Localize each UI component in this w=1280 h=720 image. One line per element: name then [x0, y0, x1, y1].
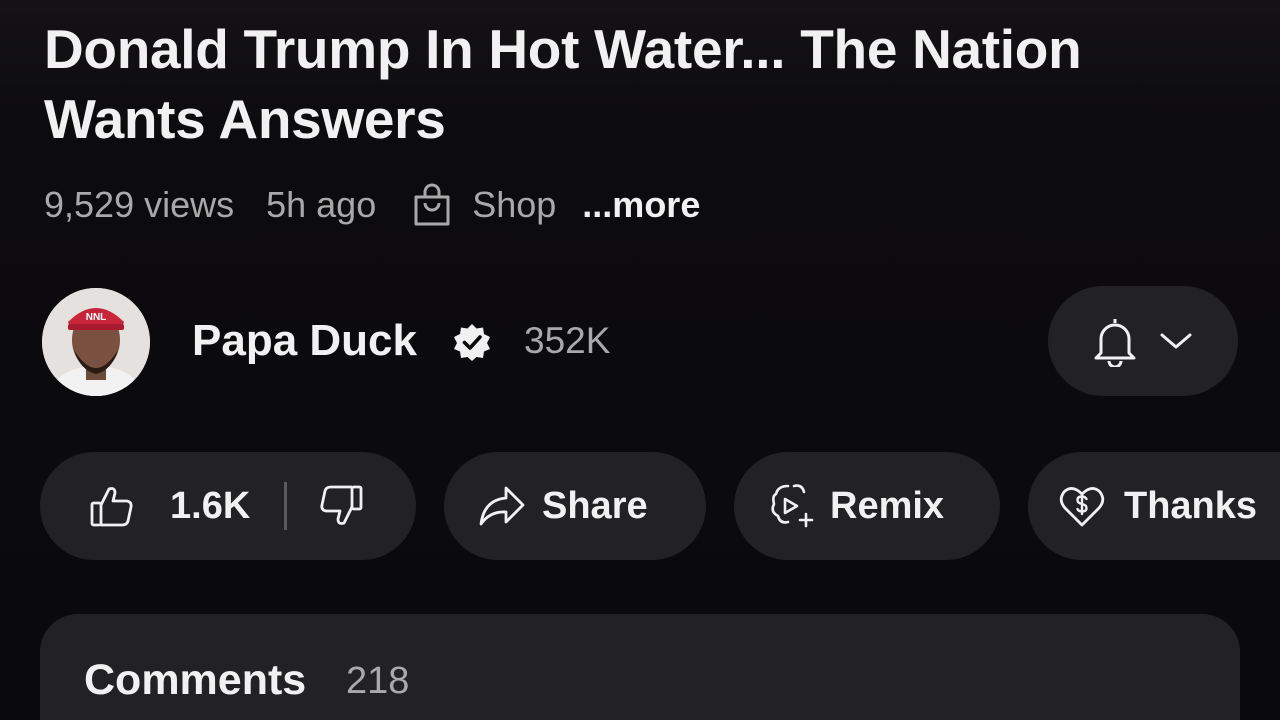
shop-link[interactable]: Shop — [472, 184, 556, 226]
notification-bell-button[interactable] — [1048, 286, 1238, 396]
chevron-down-icon — [1159, 331, 1193, 351]
thumbs-down-icon[interactable] — [317, 482, 365, 530]
thanks-button[interactable]: Thanks — [1028, 452, 1280, 560]
view-count: 9,529 views — [44, 184, 235, 225]
like-divider — [284, 482, 288, 530]
like-count[interactable]: 1.6K — [170, 485, 250, 528]
share-label: Share — [542, 484, 648, 527]
channel-row: NNL Papa Duck 352K — [40, 286, 1240, 398]
channel-name[interactable]: Papa Duck — [192, 316, 417, 366]
heart-dollar-icon — [1058, 482, 1106, 530]
like-dislike-pill: 1.6K — [40, 452, 416, 560]
comments-title: Comments — [84, 656, 307, 704]
comments-section[interactable]: Comments 218 — [40, 614, 1240, 720]
share-button[interactable]: Share — [444, 452, 706, 560]
remix-icon — [768, 482, 816, 530]
channel-avatar[interactable]: NNL — [42, 288, 150, 396]
svg-text:NNL: NNL — [86, 312, 107, 323]
video-watch-page: Donald Trump In Hot Water... The Nation … — [0, 0, 1280, 720]
video-metadata-row[interactable]: 9,529 views 5h ago Shop ...more — [44, 180, 700, 230]
thanks-label: Thanks — [1124, 484, 1258, 527]
verified-badge-icon — [452, 322, 492, 362]
share-arrow-icon — [478, 482, 526, 530]
more-description-link[interactable]: ...more — [582, 184, 700, 226]
upload-age: 5h ago — [266, 184, 377, 225]
video-title[interactable]: Donald Trump In Hot Water... The Nation … — [44, 14, 1244, 154]
subscriber-count: 352K — [524, 320, 611, 361]
action-bar: 1.6K Share Remix Thanks — [40, 452, 1280, 560]
bell-icon — [1093, 315, 1137, 367]
comments-count: 218 — [346, 660, 410, 702]
thumbs-up-icon[interactable] — [88, 482, 136, 530]
remix-label: Remix — [830, 484, 945, 527]
shopping-bag-icon[interactable] — [412, 183, 452, 227]
remix-button[interactable]: Remix — [734, 452, 1000, 560]
